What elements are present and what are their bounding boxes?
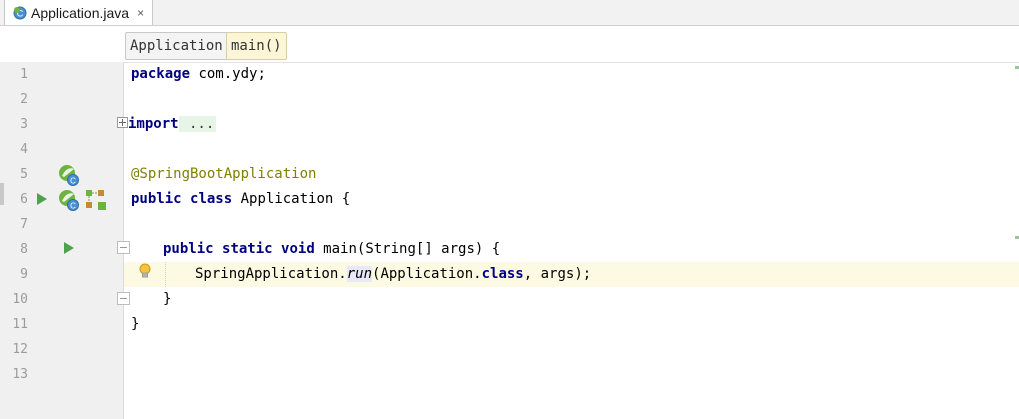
code-line-11[interactable]: } — [163, 287, 171, 312]
spring-bean-icon[interactable]: C — [58, 164, 80, 186]
line-number: 6 — [20, 192, 28, 207]
scroll-marker[interactable] — [1015, 236, 1019, 239]
keyword: void — [281, 241, 315, 257]
spring-context-icon[interactable] — [84, 188, 106, 210]
editor-gutter — [0, 62, 124, 419]
line-number: 1 — [20, 67, 28, 82]
svg-text:C: C — [70, 177, 76, 186]
keyword: public — [131, 191, 182, 207]
code-text: com.ydy; — [190, 66, 266, 82]
run-main-icon[interactable] — [64, 242, 74, 254]
breadcrumb-class[interactable]: Application — [125, 32, 228, 60]
folded-imports[interactable]: ... — [178, 116, 217, 132]
editor-tab-bar: C Application.java × — [0, 0, 1019, 26]
expand-imports-icon[interactable] — [117, 117, 128, 128]
code-text: , args); — [523, 266, 592, 282]
line-number: 11 — [12, 317, 28, 332]
annotation: @SpringBootApplication — [131, 166, 317, 182]
line-number: 8 — [20, 242, 28, 257]
code-text: Application { — [232, 191, 351, 207]
closing-brace: } — [131, 316, 140, 332]
tab-application-java[interactable]: C Application.java × — [4, 0, 154, 25]
indent-guide — [165, 262, 167, 287]
line-number: 3 — [20, 117, 28, 132]
line-number: 12 — [12, 342, 28, 357]
code-line-10[interactable]: SpringApplication.run(Application.class,… — [195, 262, 591, 287]
svg-text:C: C — [70, 202, 76, 211]
code-line-9[interactable]: public static void main(String[] args) { — [163, 237, 500, 262]
breadcrumb-method[interactable]: main() — [226, 32, 287, 60]
keyword: static — [222, 241, 273, 257]
method-call: run — [346, 266, 373, 282]
fold-method-icon[interactable] — [117, 241, 130, 254]
code-line-12[interactable]: } — [131, 312, 139, 337]
keyword: import — [128, 116, 179, 132]
code-text: SpringApplication. — [195, 266, 347, 282]
keyword: package — [131, 66, 191, 82]
code-line-3[interactable]: import ... — [117, 112, 217, 137]
line-number: 2 — [20, 92, 28, 107]
tab-label: Application.java — [31, 4, 130, 21]
line-number: 5 — [20, 167, 28, 182]
code-text: main(String[] args) { — [314, 241, 501, 257]
line-number: 4 — [20, 142, 28, 157]
spring-bean-icon[interactable]: C — [58, 189, 80, 211]
line-number: 10 — [12, 292, 28, 307]
close-tab-icon[interactable]: × — [137, 6, 144, 20]
closing-brace: } — [163, 291, 172, 307]
breadcrumb-bar: Application main() — [0, 26, 1019, 63]
line-number: 9 — [20, 267, 28, 282]
code-line-7[interactable]: public class Application { — [131, 187, 350, 212]
java-class-file-icon: C — [13, 6, 27, 20]
fold-method-end-icon[interactable] — [117, 292, 130, 305]
keyword: class — [190, 191, 233, 207]
intention-bulb-icon[interactable] — [138, 263, 152, 281]
line-number: 7 — [20, 217, 28, 232]
code-line-1[interactable]: package com.ydy; — [131, 62, 266, 87]
code-text: (Application. — [372, 266, 482, 282]
keyword: public — [163, 241, 214, 257]
run-class-icon[interactable] — [37, 193, 47, 205]
keyword: class — [481, 266, 524, 282]
line-number: 13 — [12, 367, 28, 382]
code-line-6[interactable]: @SpringBootApplication — [131, 162, 316, 187]
scroll-marker[interactable] — [1015, 66, 1019, 69]
